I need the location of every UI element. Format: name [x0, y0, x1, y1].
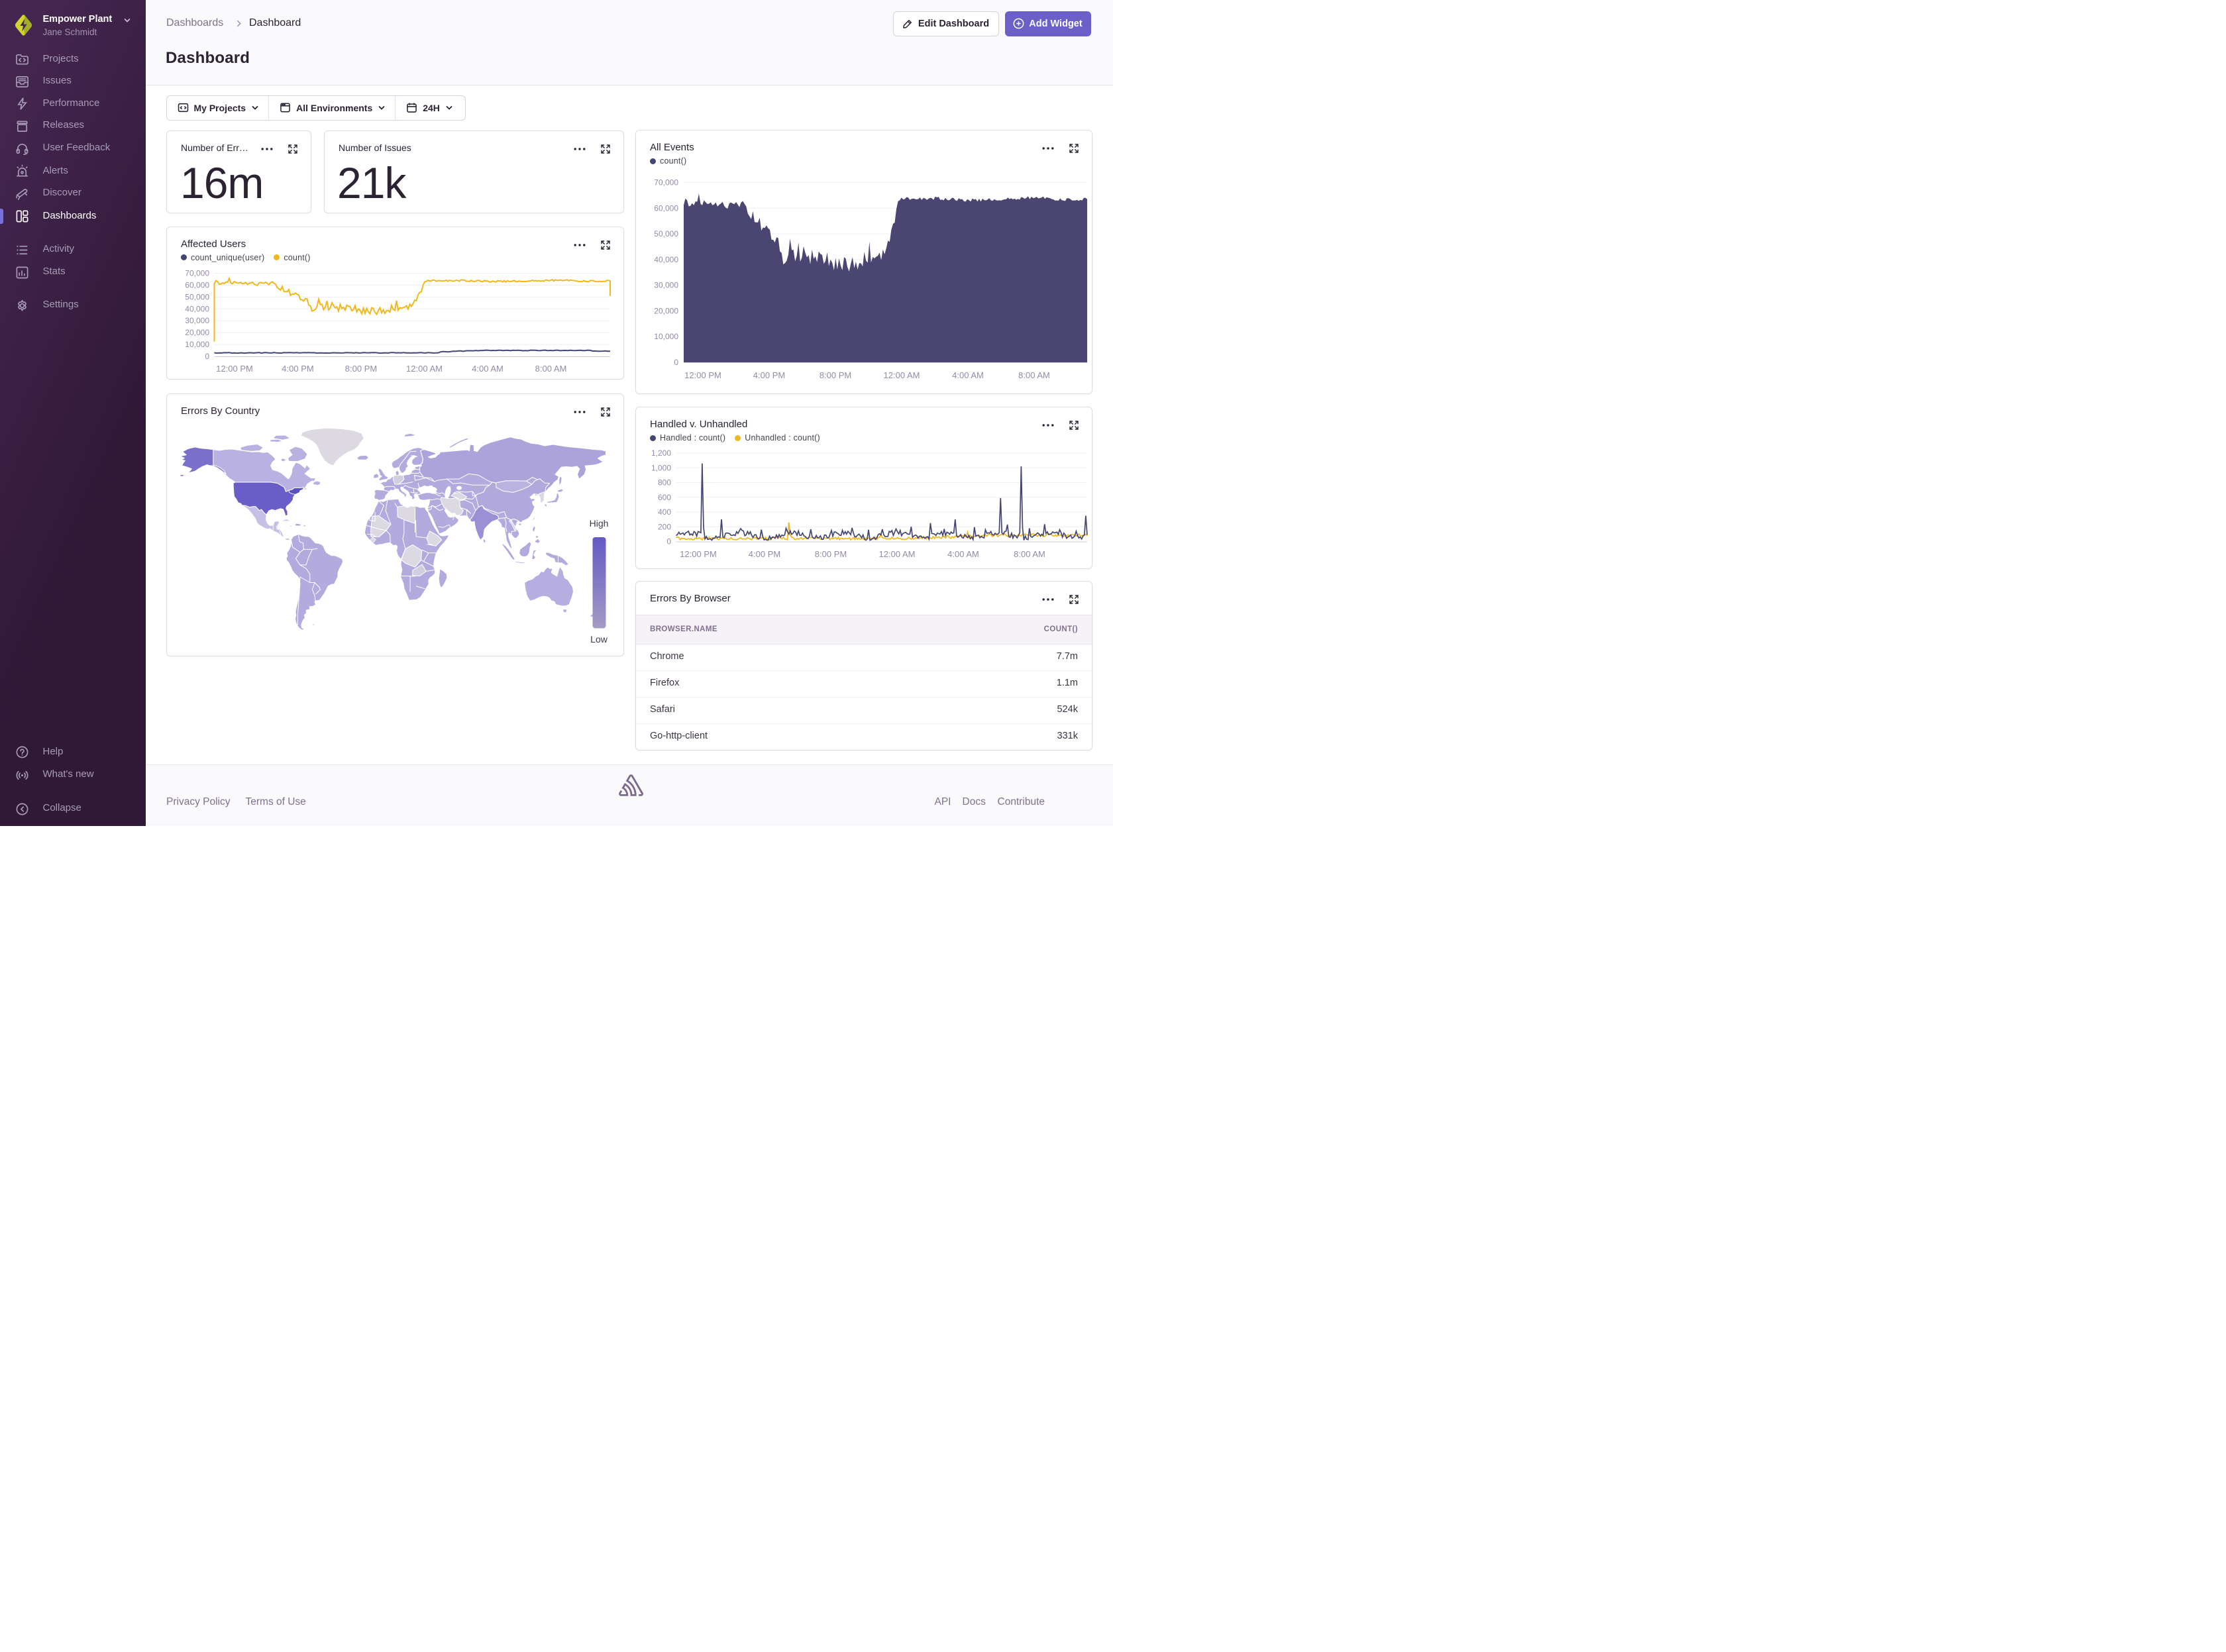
- svg-text:30,000: 30,000: [185, 316, 209, 325]
- svg-text:8:00 AM: 8:00 AM: [1018, 370, 1050, 380]
- svg-text:12:00 PM: 12:00 PM: [684, 370, 721, 380]
- svg-text:60,000: 60,000: [185, 280, 209, 289]
- svg-text:12:00 AM: 12:00 AM: [879, 549, 916, 559]
- svg-text:12:00 PM: 12:00 PM: [216, 364, 253, 374]
- svg-text:40,000: 40,000: [654, 255, 678, 264]
- svg-text:Low: Low: [590, 634, 608, 645]
- svg-text:70,000: 70,000: [185, 268, 209, 278]
- svg-text:0: 0: [205, 352, 209, 361]
- svg-text:12:00 AM: 12:00 AM: [884, 370, 920, 380]
- svg-text:60,000: 60,000: [654, 203, 678, 213]
- svg-text:8:00 PM: 8:00 PM: [815, 549, 847, 559]
- svg-text:600: 600: [658, 493, 671, 502]
- svg-text:12:00 PM: 12:00 PM: [680, 549, 717, 559]
- svg-text:8:00 AM: 8:00 AM: [535, 364, 567, 374]
- svg-text:12:00 AM: 12:00 AM: [406, 364, 443, 374]
- svg-text:10,000: 10,000: [185, 340, 209, 349]
- svg-text:High: High: [590, 518, 609, 529]
- svg-text:4:00 AM: 4:00 AM: [947, 549, 979, 559]
- svg-text:4:00 PM: 4:00 PM: [753, 370, 785, 380]
- svg-text:200: 200: [658, 522, 671, 531]
- svg-text:4:00 AM: 4:00 AM: [472, 364, 504, 374]
- svg-text:8:00 AM: 8:00 AM: [1014, 549, 1045, 559]
- svg-text:1,000: 1,000: [651, 463, 671, 472]
- svg-text:20,000: 20,000: [654, 306, 678, 315]
- svg-text:40,000: 40,000: [185, 304, 209, 313]
- svg-text:0: 0: [674, 358, 678, 367]
- svg-text:4:00 AM: 4:00 AM: [952, 370, 984, 380]
- svg-text:30,000: 30,000: [654, 281, 678, 290]
- svg-text:8:00 PM: 8:00 PM: [345, 364, 377, 374]
- svg-text:1,200: 1,200: [651, 448, 671, 458]
- svg-text:4:00 PM: 4:00 PM: [749, 549, 780, 559]
- svg-text:20,000: 20,000: [185, 328, 209, 337]
- svg-text:8:00 PM: 8:00 PM: [820, 370, 851, 380]
- svg-text:4:00 PM: 4:00 PM: [282, 364, 313, 374]
- svg-text:50,000: 50,000: [185, 292, 209, 301]
- svg-text:50,000: 50,000: [654, 229, 678, 238]
- svg-text:70,000: 70,000: [654, 178, 678, 187]
- svg-text:800: 800: [658, 478, 671, 488]
- svg-text:10,000: 10,000: [654, 332, 678, 341]
- svg-text:0: 0: [666, 537, 671, 546]
- svg-text:400: 400: [658, 507, 671, 517]
